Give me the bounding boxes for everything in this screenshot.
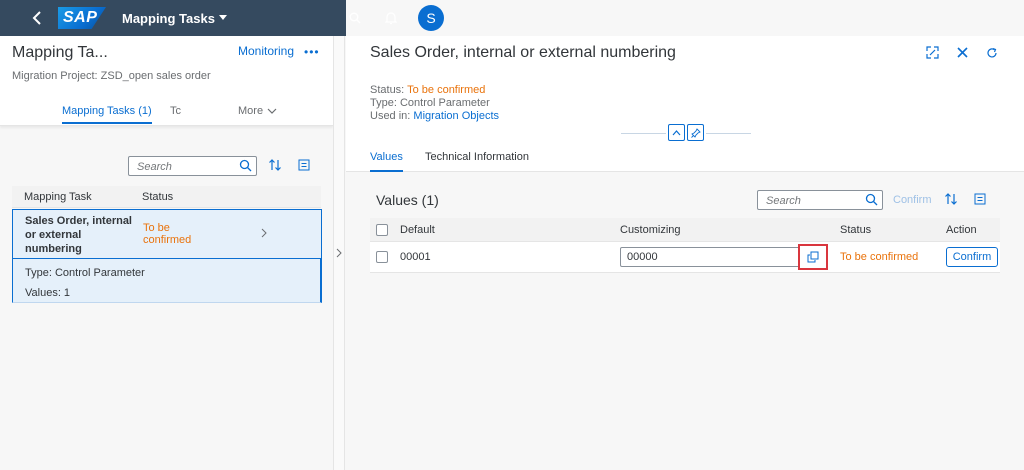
sort-icon[interactable] xyxy=(944,192,958,209)
avatar[interactable]: S xyxy=(418,5,444,31)
select-all-checkbox[interactable] xyxy=(376,224,388,236)
used-in-label: Used in: xyxy=(370,110,414,122)
detail-title: Sales Order, internal or external number… xyxy=(370,44,676,61)
chevron-right-icon xyxy=(261,227,267,241)
search-icon[interactable] xyxy=(865,193,878,209)
bell-icon[interactable] xyxy=(382,9,400,27)
fullscreen-icon[interactable] xyxy=(926,46,939,62)
pin-icon xyxy=(690,127,701,138)
tab-technical-information[interactable]: Technical Information xyxy=(425,151,529,163)
table-settings-icon[interactable] xyxy=(974,193,986,208)
migration-objects-link[interactable]: Migration Objects xyxy=(413,110,499,122)
type-detail: Type: Control Parameter xyxy=(25,267,145,279)
type-line: Type: Control Parameter xyxy=(370,97,490,109)
status-text: To be confirmed xyxy=(143,222,192,246)
app-title: Mapping Tasks xyxy=(122,10,215,26)
master-header: Mapping Ta... Monitoring ••• Migration P… xyxy=(0,36,333,126)
monitoring-link[interactable]: Monitoring xyxy=(238,44,294,58)
master-title: Mapping Ta... xyxy=(12,44,108,61)
chevron-up-icon xyxy=(672,129,681,135)
table-row: 00001 00000 To be confirmed Confirm xyxy=(370,242,1000,273)
table-settings-icon[interactable] xyxy=(298,159,310,174)
expand-arrow-icon[interactable] xyxy=(336,248,342,261)
detail-panel: Sales Order, internal or external number… xyxy=(346,36,1024,470)
confirm-button[interactable]: Confirm xyxy=(946,247,998,267)
tab-more[interactable]: More xyxy=(238,105,277,117)
master-search-input[interactable]: Search xyxy=(128,156,257,176)
default-value: 00001 xyxy=(400,251,431,263)
search-placeholder: Search xyxy=(137,161,172,173)
tab-mapping-tasks[interactable]: Mapping Tasks (1) xyxy=(62,105,152,124)
status-value: To be confirmed xyxy=(407,84,486,96)
col-action: Action xyxy=(946,224,977,236)
col-status: Status xyxy=(840,224,872,236)
refresh-icon[interactable] xyxy=(986,47,998,62)
master-panel: Mapping Ta... Monitoring ••• Migration P… xyxy=(0,36,333,470)
list-item[interactable]: Sales Order, internal or external number… xyxy=(12,209,322,259)
app-title-menu[interactable]: Mapping Tasks xyxy=(122,11,227,26)
customizing-input[interactable]: 00000 xyxy=(620,247,828,267)
close-icon[interactable] xyxy=(957,47,968,61)
values-title: Values (1) xyxy=(376,192,439,208)
col-customizing: Customizing xyxy=(620,224,681,236)
tab-more-label: More xyxy=(238,105,264,117)
list-item-details: Type: Control Parameter Values: 1 xyxy=(12,259,322,303)
project-subtitle: Migration Project: ZSD_open sales order xyxy=(12,70,211,82)
sort-icon[interactable] xyxy=(268,158,282,175)
search-placeholder: Search xyxy=(766,195,801,207)
status-text: To be confirmed xyxy=(840,251,919,263)
status-label: Status: xyxy=(370,84,408,96)
search-icon[interactable] xyxy=(239,159,252,175)
more-actions-icon[interactable]: ••• xyxy=(304,45,320,59)
splitter[interactable] xyxy=(333,36,345,470)
detail-header: Sales Order, internal or external number… xyxy=(346,36,1024,172)
col-mapping-task: Mapping Task xyxy=(24,191,92,203)
copy-value-button[interactable] xyxy=(798,244,828,270)
collapse-header-button[interactable] xyxy=(668,124,685,141)
master-table-header: Mapping Task Status xyxy=(12,186,321,208)
shell-bar: SAP Mapping Tasks S xyxy=(0,0,1024,36)
copy-icon xyxy=(807,251,819,263)
col-status: Status xyxy=(142,191,174,203)
confirm-toolbar-button[interactable]: Confirm xyxy=(893,194,932,206)
customizing-value: 00000 xyxy=(627,251,658,263)
col-default: Default xyxy=(400,224,435,236)
values-search-input[interactable]: Search xyxy=(757,190,883,210)
detail-meta: Status: To be confirmed Type: Control Pa… xyxy=(370,84,499,123)
values-table-header: Default Customizing Status Action xyxy=(370,218,1000,242)
caret-down-icon xyxy=(218,15,227,20)
pin-header-button[interactable] xyxy=(687,124,704,141)
sap-logo: SAP xyxy=(58,7,106,29)
search-icon[interactable] xyxy=(346,9,364,27)
tab-truncated[interactable]: Tc xyxy=(170,105,181,117)
mapping-task-name: Sales Order, internal or external number… xyxy=(25,215,132,255)
tab-values[interactable]: Values xyxy=(370,151,403,172)
back-icon[interactable] xyxy=(24,5,50,31)
row-checkbox[interactable] xyxy=(376,251,388,263)
values-detail: Values: 1 xyxy=(25,287,71,299)
chevron-down-icon xyxy=(267,108,277,114)
